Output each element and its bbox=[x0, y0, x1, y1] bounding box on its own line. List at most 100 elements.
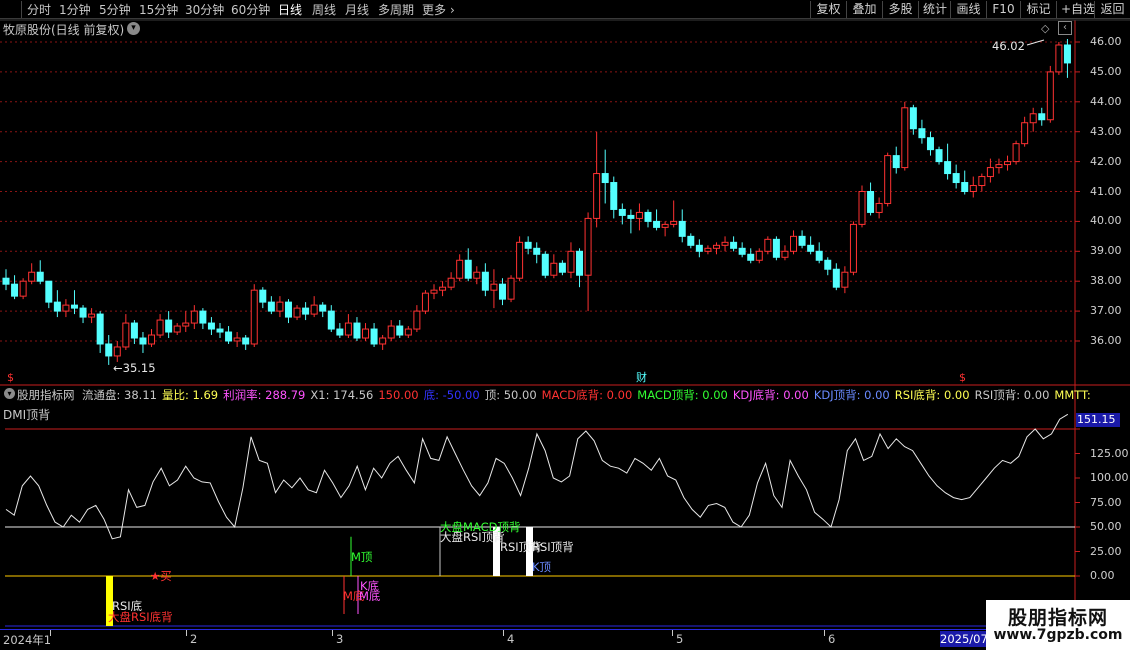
event-marker[interactable]: 财 bbox=[636, 370, 647, 384]
candle-body bbox=[353, 322, 361, 339]
legend-item: MACD顶背: 0.00 bbox=[637, 388, 728, 402]
legend-item: 量比: 1.69 bbox=[161, 388, 219, 402]
candle-body bbox=[387, 325, 395, 339]
chevron-left-icon[interactable]: ‹ bbox=[1058, 21, 1072, 35]
candle-body bbox=[1046, 71, 1054, 121]
indicator-name[interactable]: 股朋指标网 bbox=[17, 387, 75, 403]
date-label: 2 bbox=[190, 632, 198, 646]
price-tick-label: 46.00 bbox=[1090, 35, 1122, 48]
candle-body bbox=[267, 301, 275, 312]
candle-body bbox=[70, 304, 78, 309]
indicator-tick-label: 25.00 bbox=[1090, 544, 1122, 558]
candle-body bbox=[319, 304, 327, 312]
candle-body bbox=[909, 107, 917, 130]
candle-body bbox=[704, 247, 712, 252]
candle-body bbox=[790, 235, 798, 252]
chevron-down-circle-icon[interactable]: ▾ bbox=[4, 388, 15, 399]
candle-body bbox=[918, 128, 926, 139]
price-tick-label: 43.00 bbox=[1090, 124, 1122, 138]
candle-body bbox=[430, 289, 438, 294]
indicator-tick-label: 75.00 bbox=[1090, 495, 1122, 509]
candle-body bbox=[473, 271, 481, 279]
candle-body bbox=[105, 343, 113, 357]
candle-body bbox=[456, 259, 464, 279]
indicator-grid bbox=[5, 428, 1080, 627]
chart-canvas[interactable]: 46.02←35.15$ 财 $ RSI底大盘RSI底背★买M顶M底K底M底大盘MA… bbox=[0, 0, 1130, 630]
candle-body bbox=[1038, 113, 1046, 121]
legend-item: 顶: 50.00 bbox=[484, 388, 537, 402]
candle-body bbox=[712, 244, 720, 249]
price-tick-label: 40.00 bbox=[1090, 214, 1122, 228]
candle-body bbox=[344, 322, 352, 336]
legend-item: X1: 174.56 bbox=[310, 388, 374, 402]
candle-body bbox=[1012, 143, 1020, 163]
candle-body bbox=[644, 211, 652, 222]
date-label: 6 bbox=[828, 632, 836, 646]
date-end-badge: 2025/07 bbox=[940, 631, 988, 647]
candle-body bbox=[610, 182, 618, 210]
candle-body bbox=[233, 337, 241, 342]
event-marker[interactable]: $ bbox=[959, 371, 966, 384]
date-tick bbox=[672, 630, 673, 636]
candle-body bbox=[593, 173, 601, 219]
watermark-url: www.7gpzb.com bbox=[993, 627, 1123, 643]
price-tick-label: 41.00 bbox=[1090, 184, 1122, 198]
candle-body bbox=[310, 304, 318, 315]
candle-body bbox=[772, 238, 780, 258]
candle-body bbox=[421, 292, 429, 312]
event-marker[interactable]: $ bbox=[7, 371, 14, 384]
candle-body bbox=[1021, 122, 1029, 145]
candle-body bbox=[190, 310, 198, 324]
candle-body bbox=[413, 310, 421, 330]
candle-body bbox=[79, 307, 87, 318]
candle-body bbox=[755, 250, 763, 261]
candle-body bbox=[832, 268, 840, 288]
legend-item: 150.00 bbox=[378, 388, 419, 402]
candle-body bbox=[207, 322, 215, 330]
candle-body bbox=[601, 173, 609, 184]
indicator-tick-label: 50.00 bbox=[1090, 520, 1122, 533]
candle-body bbox=[533, 247, 541, 255]
candle-body bbox=[62, 304, 70, 312]
candle-body bbox=[182, 322, 190, 327]
legend-item: RSI底背: 0.00 bbox=[894, 388, 970, 402]
candle-body bbox=[807, 244, 815, 252]
candle-body bbox=[11, 283, 19, 297]
candle-body bbox=[216, 328, 224, 333]
candle-body bbox=[558, 262, 566, 273]
watermark-title: 股朋指标网 bbox=[1007, 607, 1108, 629]
candle-body bbox=[370, 328, 378, 345]
candle-body bbox=[841, 271, 849, 288]
candle-body bbox=[875, 202, 883, 213]
candle-body bbox=[36, 271, 44, 282]
candle-body bbox=[516, 241, 524, 279]
candle-body bbox=[250, 289, 258, 345]
price-tick-label: 45.00 bbox=[1090, 64, 1122, 78]
candle-body bbox=[1029, 113, 1037, 124]
candle-body bbox=[892, 155, 900, 169]
legend-item: 底: -50.00 bbox=[423, 388, 480, 402]
candle-body bbox=[327, 310, 335, 330]
diamond-icon[interactable]: ◇ bbox=[1041, 22, 1049, 35]
candle-body bbox=[884, 155, 892, 204]
market-rsi-bottom-div-label: 大盘RSI底背 bbox=[108, 610, 173, 624]
candle-body bbox=[961, 182, 969, 192]
high-price-label: 46.02 bbox=[992, 39, 1025, 53]
candle-body bbox=[276, 301, 284, 312]
candle-body bbox=[541, 253, 549, 276]
date-label: 3 bbox=[336, 632, 344, 646]
candle-body bbox=[849, 223, 857, 273]
price-tick-label: 37.00 bbox=[1090, 304, 1122, 318]
candle-body bbox=[935, 149, 943, 163]
candle-body bbox=[122, 322, 130, 348]
candle-body bbox=[978, 176, 986, 187]
k-top-label: K顶 bbox=[532, 560, 552, 574]
price-tick-label: 38.00 bbox=[1090, 274, 1122, 288]
candle-body bbox=[130, 322, 138, 339]
candle-body bbox=[284, 301, 292, 318]
candle-body bbox=[764, 238, 772, 252]
candle-body bbox=[678, 220, 686, 237]
candle-body bbox=[738, 247, 746, 255]
candle-body bbox=[584, 217, 592, 276]
candle-body bbox=[952, 173, 960, 184]
